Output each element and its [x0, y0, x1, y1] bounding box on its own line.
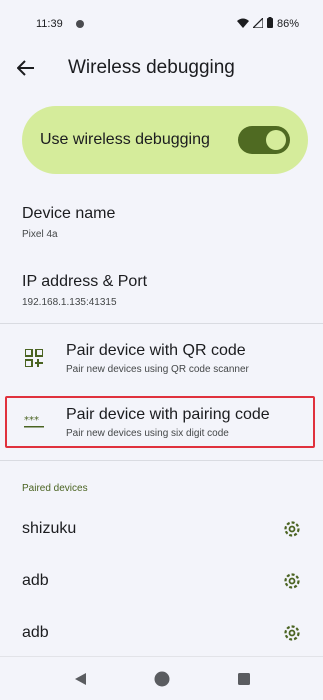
back-button[interactable]: [10, 52, 42, 84]
circle-home-icon: [154, 671, 169, 686]
device-name-value: Pixel 4a: [22, 229, 58, 240]
gear-icon[interactable]: [281, 622, 303, 644]
paired-device-row[interactable]: adb: [0, 555, 323, 607]
square-recents-icon: [237, 672, 250, 685]
device-name-item[interactable]: Device name Pixel 4a: [22, 205, 115, 240]
ip-address-value: 192.168.1.135:41315: [22, 297, 117, 308]
paired-device-row[interactable]: adb: [0, 607, 323, 659]
paired-device-row[interactable]: shizuku: [0, 503, 323, 555]
paired-device-name: adb: [22, 572, 49, 589]
ip-address-item: IP address & Port 192.168.1.135:41315: [22, 273, 147, 308]
toggle-label: Use wireless debugging: [40, 131, 210, 148]
paired-device-name: adb: [22, 624, 49, 641]
wireless-debugging-toggle-card[interactable]: Use wireless debugging: [22, 106, 308, 174]
arrow-back-icon: [17, 60, 34, 76]
page-title: Wireless debugging: [68, 57, 235, 78]
pair-qr-code-item[interactable]: Pair device with QR code Pair new device…: [0, 329, 323, 387]
notification-icon: [75, 19, 85, 29]
divider: [0, 323, 323, 324]
wireless-debugging-switch[interactable]: [238, 126, 290, 154]
qr-code-icon: [22, 346, 46, 370]
divider: [0, 460, 323, 461]
highlight-box: [5, 396, 315, 448]
status-bar: 11:39 86%: [0, 0, 323, 48]
navigation-bar: [0, 656, 323, 700]
signal-icon: [251, 16, 264, 31]
paired-devices-header: Paired devices: [22, 483, 88, 494]
battery-icon: [266, 17, 273, 31]
triangle-back-icon: [74, 672, 86, 685]
gear-icon[interactable]: [281, 518, 303, 540]
device-name-title: Device name: [22, 205, 116, 222]
wifi-icon: [236, 18, 249, 31]
nav-home-button[interactable]: [152, 669, 172, 689]
switch-thumb: [266, 130, 286, 150]
nav-back-button[interactable]: [70, 669, 90, 689]
nav-recents-button[interactable]: [234, 669, 254, 689]
pair-qr-text: Pair device with QR code Pair new device…: [66, 342, 249, 375]
app-bar: Wireless debugging: [0, 48, 323, 88]
battery-percent: 86%: [276, 18, 299, 30]
pair-qr-subtitle: Pair new devices using QR code scanner: [66, 363, 249, 375]
gear-icon[interactable]: [281, 570, 303, 592]
status-right: 86%: [236, 16, 299, 31]
status-time: 11:39: [36, 18, 63, 30]
paired-device-name: shizuku: [22, 520, 77, 537]
pair-qr-title: Pair device with QR code: [66, 341, 246, 359]
ip-address-title: IP address & Port: [22, 273, 148, 290]
